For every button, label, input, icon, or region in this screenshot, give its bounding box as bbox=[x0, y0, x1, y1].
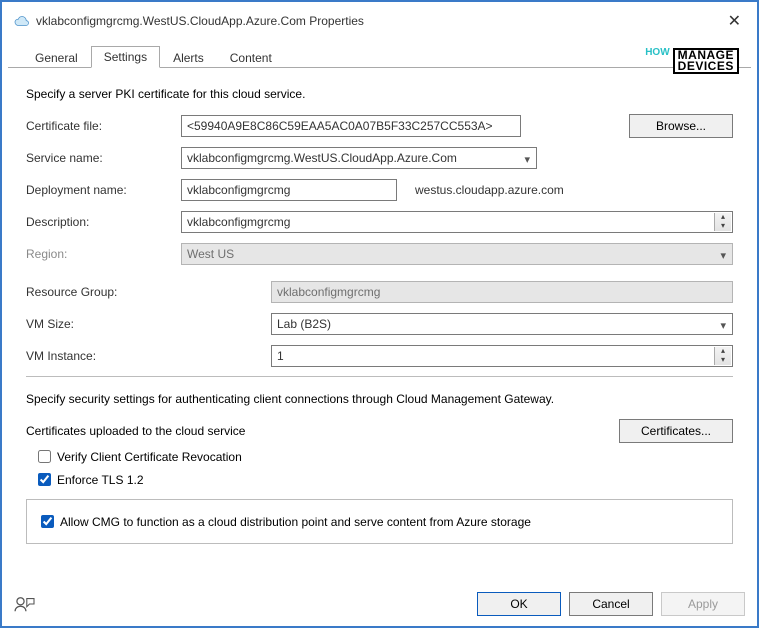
security-intro-text: Specify security settings for authentica… bbox=[26, 392, 554, 406]
certificates-button[interactable]: Certificates... bbox=[619, 419, 733, 443]
certs-uploaded-label: Certificates uploaded to the cloud servi… bbox=[26, 424, 245, 438]
tab-general[interactable]: General bbox=[22, 47, 91, 68]
description-field[interactable]: vklabconfigmgrcmg ▴▾ bbox=[181, 211, 733, 233]
deployment-suffix: westus.cloudapp.azure.com bbox=[415, 183, 564, 197]
vm-instance-label: VM Instance: bbox=[26, 349, 271, 363]
apply-button: Apply bbox=[661, 592, 745, 616]
pki-intro-text: Specify a server PKI certificate for thi… bbox=[26, 87, 305, 101]
browse-button[interactable]: Browse... bbox=[629, 114, 733, 138]
separator bbox=[26, 376, 733, 377]
bottom-bar: OK Cancel Apply bbox=[14, 592, 745, 616]
window-title: vklabconfigmgrcmg.WestUS.CloudApp.Azure.… bbox=[36, 14, 722, 28]
resource-group-field: vklabconfigmgrcmg bbox=[271, 281, 733, 303]
verify-revocation-input[interactable] bbox=[38, 450, 51, 463]
tab-strip: General Settings Alerts Content bbox=[8, 44, 751, 68]
service-name-label: Service name: bbox=[26, 151, 181, 165]
region-select: West US bbox=[181, 243, 733, 265]
vm-size-label: VM Size: bbox=[26, 317, 271, 331]
service-name-select[interactable]: vklabconfigmgrcmg.WestUS.CloudApp.Azure.… bbox=[181, 147, 537, 169]
allow-cmg-cdp-checkbox[interactable]: Allow CMG to function as a cloud distrib… bbox=[37, 512, 722, 531]
tab-settings[interactable]: Settings bbox=[91, 46, 160, 68]
enforce-tls-input[interactable] bbox=[38, 473, 51, 486]
description-label: Description: bbox=[26, 215, 181, 229]
cloud-icon bbox=[12, 14, 30, 28]
deployment-name-field[interactable]: vklabconfigmgrcmg bbox=[181, 179, 397, 201]
tab-alerts[interactable]: Alerts bbox=[160, 47, 217, 68]
feedback-icon[interactable] bbox=[14, 595, 36, 613]
allow-cmg-cdp-input[interactable] bbox=[41, 515, 54, 528]
settings-panel: Specify a server PKI certificate for thi… bbox=[8, 68, 751, 552]
deployment-name-label: Deployment name: bbox=[26, 183, 181, 197]
cdp-section: Allow CMG to function as a cloud distrib… bbox=[26, 499, 733, 544]
tab-content[interactable]: Content bbox=[217, 47, 285, 68]
close-button[interactable]: ✕ bbox=[722, 11, 747, 31]
title-bar: vklabconfigmgrcmg.WestUS.CloudApp.Azure.… bbox=[8, 8, 751, 34]
verify-revocation-checkbox[interactable]: Verify Client Certificate Revocation bbox=[34, 447, 733, 466]
cert-file-field[interactable]: <59940A9E8C86C59EAA5AC0A07B5F33C257CC553… bbox=[181, 115, 521, 137]
vm-instance-field[interactable]: 1 ▴▾ bbox=[271, 345, 733, 367]
vm-size-select[interactable]: Lab (B2S) bbox=[271, 313, 733, 335]
ok-button[interactable]: OK bbox=[477, 592, 561, 616]
enforce-tls-checkbox[interactable]: Enforce TLS 1.2 bbox=[34, 470, 733, 489]
cancel-button[interactable]: Cancel bbox=[569, 592, 653, 616]
cert-file-label: Certificate file: bbox=[26, 119, 181, 133]
resource-group-label: Resource Group: bbox=[26, 285, 271, 299]
region-label: Region: bbox=[26, 247, 181, 261]
